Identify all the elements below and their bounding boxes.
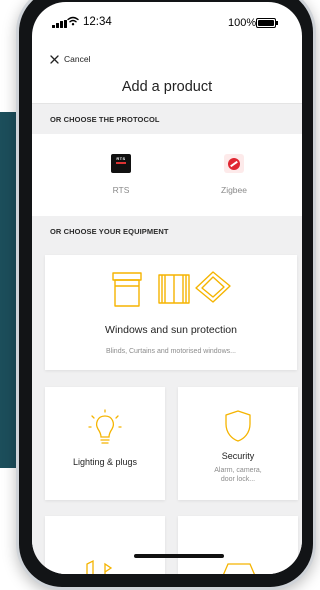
equipment-card-lighting[interactable]: Lighting & plugs: [45, 387, 165, 500]
window-blind-icon: [112, 271, 231, 307]
phone-frame: 12:34 100% Cancel Add a product OR CHOOS…: [16, 0, 316, 590]
lightbulb-icon: [88, 409, 122, 444]
home-indicator: [134, 554, 224, 558]
zigbee-logo-icon[interactable]: [224, 154, 244, 173]
equipment-icon: [223, 563, 255, 574]
equipment-card-partial[interactable]: [45, 516, 165, 574]
protocol-label-rts[interactable]: RTS: [91, 185, 151, 195]
protocol-zigbee[interactable]: Zigbee: [204, 154, 264, 195]
signal-icon: [52, 20, 67, 28]
equipment-card-title: Windows and sun protection: [105, 324, 237, 336]
protocol-section-label: OR CHOOSE THE PROTOCOL: [50, 115, 160, 124]
status-bar: 12:34 100%: [32, 2, 302, 38]
battery-icon: [256, 18, 278, 28]
equipment-card-subtitle: Alarm, camera, door lock...: [214, 467, 262, 483]
app-screen: 12:34 100% Cancel Add a product OR CHOOS…: [32, 2, 302, 574]
equipment-section-label: OR CHOOSE YOUR EQUIPMENT: [50, 227, 169, 236]
protocol-rts[interactable]: RTS RTS: [91, 154, 151, 195]
equipment-icon: [86, 559, 113, 574]
status-time: 12:34: [83, 16, 112, 28]
cancel-label[interactable]: Cancel: [64, 54, 90, 64]
cancel-button[interactable]: Cancel: [50, 54, 90, 64]
rts-logo-icon[interactable]: RTS: [111, 154, 131, 173]
equipment-card-title: Security: [221, 451, 255, 461]
wifi-icon: [67, 16, 79, 26]
protocol-label-zigbee[interactable]: Zigbee: [204, 185, 264, 195]
protocol-section-header: OR CHOOSE THE PROTOCOL: [32, 104, 302, 134]
equipment-card-subtitle: Blinds, Curtains and motorised windows..…: [106, 348, 236, 355]
close-icon[interactable]: [50, 54, 59, 64]
shield-icon: [225, 410, 251, 442]
equipment-section: OR CHOOSE YOUR EQUIPMENT Windows and sun: [32, 216, 302, 574]
page-title: Add a product: [121, 79, 213, 95]
equipment-card-windows[interactable]: Windows and sun protection Blinds, Curta…: [45, 255, 297, 370]
rts-logo-text: RTS: [116, 156, 126, 161]
equipment-card-partial[interactable]: [178, 516, 298, 574]
equipment-card-title: Lighting & plugs: [72, 457, 138, 467]
equipment-card-security[interactable]: Security Alarm, camera, door lock...: [178, 387, 298, 500]
battery-percentage: 100%: [228, 17, 257, 29]
